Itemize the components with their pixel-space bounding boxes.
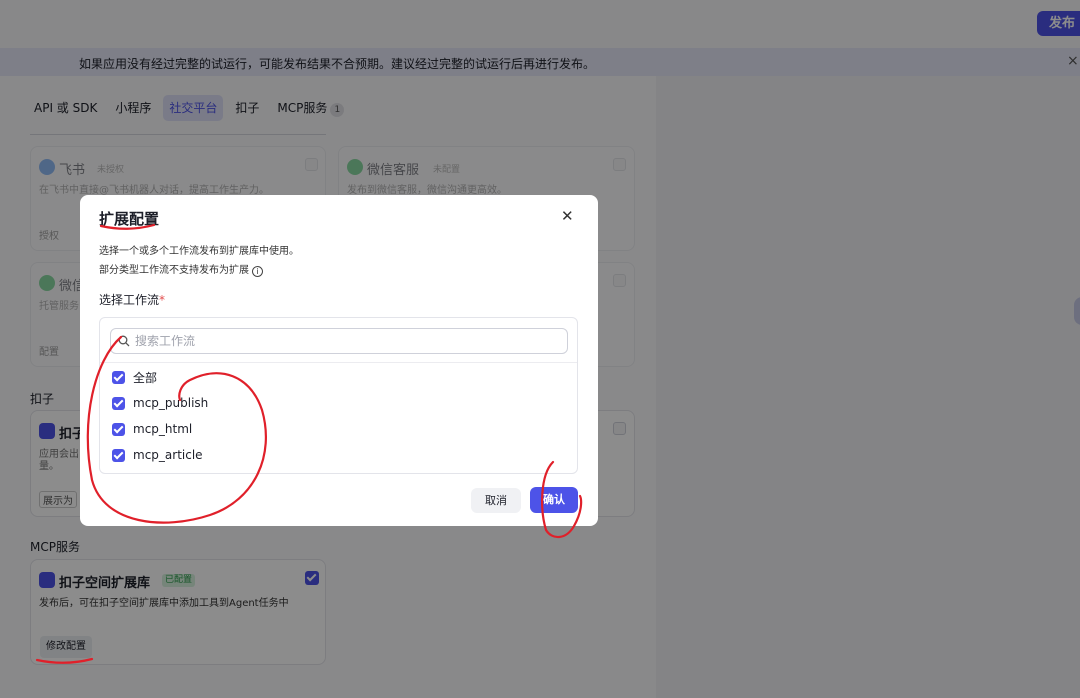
info-icon[interactable]: i xyxy=(252,266,263,277)
option-label: mcp_html xyxy=(133,422,193,436)
search-field[interactable] xyxy=(110,328,568,354)
extension-config-dialog: 扩展配置 ✕ 选择一个或多个工作流发布到扩展库中使用。 部分类型工作流不支持发布… xyxy=(80,195,598,526)
workflow-option-all[interactable]: 全部 xyxy=(112,369,157,385)
divider xyxy=(100,362,577,363)
field-label-text: 选择工作流 xyxy=(99,293,160,307)
field-label: 选择工作流* xyxy=(99,291,165,308)
checkbox-checked-icon[interactable] xyxy=(112,370,125,384)
option-label: 全部 xyxy=(133,370,158,385)
workflow-option[interactable]: mcp_article xyxy=(112,447,203,463)
confirm-button[interactable]: 确认 xyxy=(530,487,578,513)
close-icon[interactable]: ✕ xyxy=(561,207,574,225)
search-input[interactable] xyxy=(135,332,555,350)
option-label: mcp_publish xyxy=(133,396,209,410)
checkbox-checked-icon[interactable] xyxy=(112,422,125,436)
checkbox-checked-icon[interactable] xyxy=(112,396,125,410)
dialog-title: 扩展配置 xyxy=(99,210,160,228)
dialog-description: 选择一个或多个工作流发布到扩展库中使用。 xyxy=(99,246,299,257)
workflow-option[interactable]: mcp_publish xyxy=(112,395,208,411)
workflow-selector: 全部 mcp_publish mcp_html mcp_article xyxy=(99,317,578,474)
workflow-option[interactable]: mcp_html xyxy=(112,421,192,437)
cancel-button[interactable]: 取消 xyxy=(471,488,521,513)
checkbox-checked-icon[interactable] xyxy=(112,448,125,462)
dialog-note: 部分类型工作流不支持发布为扩展 i xyxy=(99,261,263,277)
option-label: mcp_article xyxy=(133,448,203,462)
search-icon xyxy=(118,335,130,347)
required-mark: * xyxy=(159,293,166,307)
dialog-note-text: 部分类型工作流不支持发布为扩展 xyxy=(99,265,249,276)
